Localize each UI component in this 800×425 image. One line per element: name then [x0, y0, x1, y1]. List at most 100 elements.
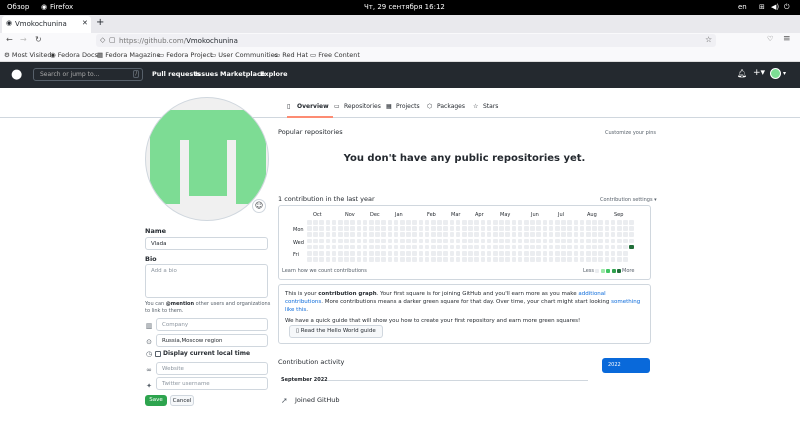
browser-tab[interactable]: ◉ Vmokochunina ✕: [2, 16, 91, 33]
contribution-day-cell[interactable]: [331, 232, 337, 237]
contribution-day-cell[interactable]: [493, 244, 498, 250]
cancel-button[interactable]: Cancel: [170, 395, 194, 406]
contribution-day-cell[interactable]: [598, 244, 603, 250]
new-tab-icon[interactable]: +: [96, 17, 104, 28]
contribution-day-cell[interactable]: [598, 220, 603, 225]
url-bar[interactable]: ◇ ▢ https://github.com/Vmokochunina ☆: [96, 34, 716, 47]
contribution-day-cell[interactable]: [381, 232, 386, 237]
contribution-day-cell[interactable]: [375, 232, 380, 237]
hello-world-guide-button[interactable]: ▯ Read the Hello World guide: [289, 325, 383, 338]
contribution-day-cell[interactable]: [505, 244, 510, 250]
contribution-day-cell[interactable]: [486, 220, 492, 225]
contribution-day-cell[interactable]: [468, 251, 473, 256]
contribution-day-cell[interactable]: [344, 257, 349, 262]
contribution-day-cell[interactable]: [313, 244, 318, 250]
tab-overview[interactable]: ▯ Overview: [287, 103, 333, 118]
contribution-day-cell[interactable]: [567, 238, 572, 244]
contribution-day-cell[interactable]: [424, 220, 430, 225]
contribution-day-cell[interactable]: [555, 226, 560, 231]
clock[interactable]: Чт, 29 сентября 16:12: [364, 3, 445, 11]
search-input[interactable]: Search or jump to… /: [33, 68, 143, 81]
contribution-day-cell[interactable]: [561, 257, 566, 262]
contribution-day-cell[interactable]: [331, 251, 337, 256]
contribution-day-cell[interactable]: [617, 232, 622, 237]
contribution-day-cell[interactable]: [480, 257, 486, 262]
tab-projects[interactable]: ▦ Projects: [386, 103, 420, 110]
contribution-day-cell[interactable]: [573, 238, 579, 244]
contribution-day-cell[interactable]: [592, 232, 597, 237]
contribution-day-cell[interactable]: [418, 232, 424, 237]
contribution-day-cell[interactable]: [592, 220, 597, 225]
bookmark-star-icon[interactable]: ☆: [705, 35, 712, 44]
contribution-day-cell[interactable]: [356, 220, 362, 225]
activities-button[interactable]: Обзор: [7, 3, 29, 11]
contribution-day-cell[interactable]: [629, 220, 634, 225]
contribution-day-cell[interactable]: [604, 244, 610, 250]
contribution-day-cell[interactable]: [579, 257, 585, 262]
contribution-day-cell[interactable]: [375, 220, 380, 225]
contribution-day-cell[interactable]: [443, 257, 448, 262]
contribution-day-cell[interactable]: [418, 226, 424, 231]
contribution-day-cell[interactable]: [505, 226, 510, 231]
contribution-day-cell[interactable]: [443, 220, 448, 225]
contribution-day-cell[interactable]: [381, 238, 386, 244]
local-time-checkbox[interactable]: [155, 351, 161, 357]
contribution-day-cell[interactable]: [604, 232, 610, 237]
contribution-day-cell[interactable]: [555, 244, 560, 250]
contribution-day-cell[interactable]: [517, 257, 523, 262]
contribution-day-cell[interactable]: [592, 238, 597, 244]
learn-count-link[interactable]: Learn how we count contributions: [282, 268, 367, 274]
contribution-day-cell[interactable]: [362, 220, 368, 225]
contribution-day-cell[interactable]: [418, 251, 424, 256]
lock-icon[interactable]: ▢: [109, 36, 116, 44]
contribution-day-cell[interactable]: [319, 244, 324, 250]
contribution-day-cell[interactable]: [623, 251, 628, 256]
contribution-day-cell[interactable]: [350, 232, 355, 237]
contribution-day-cell[interactable]: [505, 238, 510, 244]
contribution-day-cell[interactable]: [598, 251, 603, 256]
contribution-day-cell[interactable]: [455, 257, 461, 262]
bookmark-fedora-project[interactable]: ▭ Fedora Project: [158, 51, 213, 59]
contribution-day-cell[interactable]: [369, 220, 374, 225]
contribution-day-cell[interactable]: [623, 244, 628, 250]
contribution-day-cell[interactable]: [586, 244, 591, 250]
contribution-day-cell[interactable]: [338, 251, 343, 256]
contribution-day-cell[interactable]: [610, 232, 616, 237]
contribution-day-cell[interactable]: [480, 232, 486, 237]
contribution-day-cell[interactable]: [307, 220, 312, 225]
set-status-icon[interactable]: ☺: [252, 199, 266, 213]
contribution-day-cell[interactable]: [517, 220, 523, 225]
contribution-day-cell[interactable]: [493, 238, 498, 244]
bookmark-free-content[interactable]: ▭ Free Content: [310, 51, 360, 59]
contribution-day-cell[interactable]: [542, 257, 548, 262]
contribution-day-cell[interactable]: [437, 244, 442, 250]
contribution-day-cell[interactable]: [561, 232, 566, 237]
contribution-day-cell[interactable]: [406, 238, 411, 244]
contribution-day-cell[interactable]: [623, 238, 628, 244]
contribution-day-cell[interactable]: [474, 238, 479, 244]
contribution-day-cell[interactable]: [375, 226, 380, 231]
notifications-icon[interactable]: 🔔︎: [737, 69, 747, 78]
contribution-day-cell[interactable]: [431, 220, 436, 225]
contribution-day-cell[interactable]: [548, 244, 554, 250]
contribution-day-cell[interactable]: [486, 251, 492, 256]
bio-textarea[interactable]: Add a bio: [145, 264, 268, 298]
contribution-day-cell[interactable]: [579, 238, 585, 244]
contribution-day-cell[interactable]: [493, 251, 498, 256]
company-input[interactable]: Company: [156, 318, 268, 331]
contribution-day-cell[interactable]: [548, 226, 554, 231]
contribution-day-cell[interactable]: [313, 238, 318, 244]
contribution-day-cell[interactable]: [350, 244, 355, 250]
contribution-day-cell[interactable]: [524, 244, 529, 250]
contribution-day-cell[interactable]: [344, 238, 349, 244]
contribution-day-cell[interactable]: [437, 257, 442, 262]
contribution-day-cell[interactable]: [462, 251, 467, 256]
contribution-day-cell[interactable]: [474, 220, 479, 225]
location-input[interactable]: Russia,Moscow region: [156, 334, 268, 347]
contribution-day-cell[interactable]: [406, 220, 411, 225]
contribution-day-cell[interactable]: [443, 238, 448, 244]
contribution-day-cell[interactable]: [362, 232, 368, 237]
contribution-day-cell[interactable]: [617, 251, 622, 256]
contribution-day-cell[interactable]: [517, 251, 523, 256]
contribution-day-cell[interactable]: [313, 220, 318, 225]
